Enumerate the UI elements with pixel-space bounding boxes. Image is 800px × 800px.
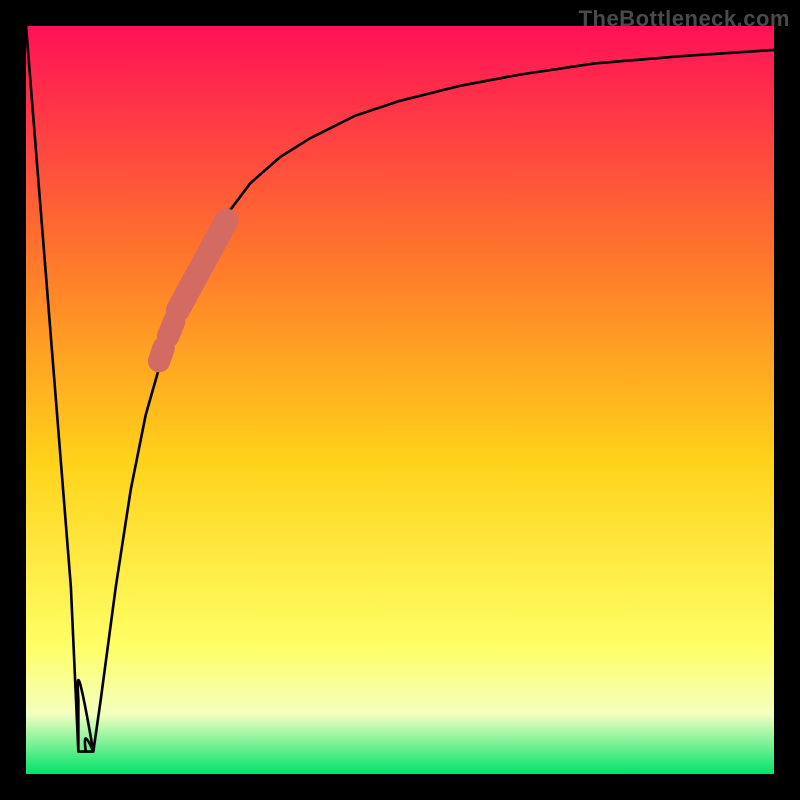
highlight-segment-1 <box>168 321 174 336</box>
chart-frame: TheBottleneck.com <box>0 0 800 800</box>
highlight-segment-2 <box>159 348 163 361</box>
watermark-text: TheBottleneck.com <box>579 6 790 32</box>
plot-area <box>26 26 774 774</box>
bottleneck-chart <box>26 26 774 774</box>
